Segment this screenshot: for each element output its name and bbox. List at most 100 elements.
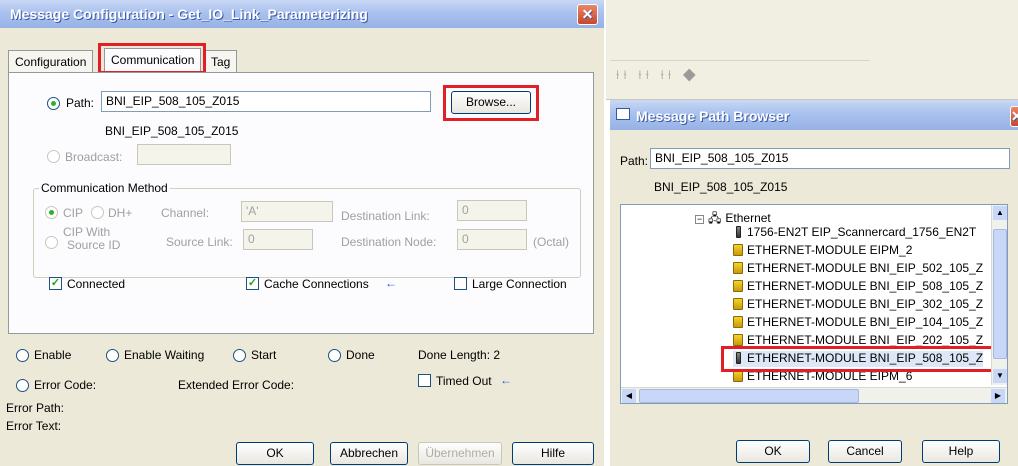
dialog-titlebar[interactable]: Message Configuration - Get_IO_Link_Para…	[0, 0, 604, 28]
cancel-button[interactable]: Abbrechen	[330, 442, 408, 465]
tree-item[interactable]: ETHERNET-MODULE BNI_EIP_502_105_Z	[733, 261, 983, 277]
timed-out-label: Timed Out	[436, 374, 492, 388]
destination-node-input[interactable]: 0	[457, 229, 527, 250]
timed-out-checkbox	[418, 374, 431, 387]
communication-method-title: Communication Method	[39, 181, 170, 195]
large-connection-label: Large Connection	[472, 277, 567, 291]
path-radio[interactable]	[47, 97, 60, 110]
arrow-left-icon: ←	[500, 373, 512, 387]
connected-checkbox[interactable]: ✓	[49, 277, 62, 290]
scroll-up-icon[interactable]: ▲	[993, 206, 1007, 220]
cip-label: CIP	[63, 206, 84, 220]
octal-label: (Octal)	[533, 235, 569, 249]
destination-link-input[interactable]: 0	[457, 200, 527, 221]
path-resolved: BNI_EIP_508_105_Z015	[105, 124, 239, 138]
horizontal-scrollbar[interactable]: ◀ ▶	[621, 387, 1007, 403]
module-warning-icon	[733, 334, 743, 346]
tab-configuration[interactable]: Configuration	[8, 50, 94, 72]
source-link-input[interactable]: 0	[243, 229, 313, 250]
dialog-title: Message Configuration - Get_IO_Link_Para…	[10, 6, 368, 22]
browser-titlebar[interactable]: Message Path Browser ✕	[610, 100, 1018, 130]
cip-radio[interactable]	[45, 206, 58, 219]
scroll-thumb[interactable]	[993, 229, 1007, 359]
help-button[interactable]: Hilfe	[512, 442, 594, 465]
scroll-left-icon[interactable]: ◀	[622, 389, 636, 403]
browser-help-button[interactable]: Help	[922, 440, 1000, 463]
module-warning-icon	[733, 298, 743, 310]
broadcast-select[interactable]	[137, 144, 231, 165]
error-path-label: Error Path:	[6, 401, 65, 415]
enable-waiting-label: Enable Waiting	[124, 348, 205, 362]
cache-connections-checkbox[interactable]: ✓	[246, 277, 259, 290]
tree-item[interactable]: ETHERNET-MODULE BNI_EIP_302_105_Z	[733, 297, 983, 313]
enable-label: Enable	[34, 348, 72, 362]
module-warning-icon	[733, 280, 743, 292]
dhplus-label: DH+	[108, 206, 133, 220]
rung-icons: ⟊⟊ ⟊⟊ ⟊⟊ ◆	[616, 67, 700, 82]
window-icon	[616, 108, 630, 120]
destination-node-label: Destination Node:	[341, 235, 437, 249]
broadcast-radio[interactable]	[47, 150, 60, 163]
collapse-icon[interactable]: −	[695, 215, 704, 224]
enable-indicator	[16, 349, 29, 362]
path-label: Path:	[66, 96, 95, 110]
hscroll-thumb[interactable]	[639, 389, 859, 403]
path-input[interactable]: BNI_EIP_508_105_Z015	[101, 91, 431, 112]
arrow-left-icon: ←	[385, 276, 397, 290]
message-configuration-dialog: Message Configuration - Get_IO_Link_Para…	[0, 0, 604, 466]
communication-panel: Path: BNI_EIP_508_105_Z015 Browse... BNI…	[8, 72, 594, 334]
done-indicator	[328, 349, 341, 362]
toolbar-icons: ⟊⟊ ⟊⟊ ⟊⟊ ◆	[610, 60, 870, 88]
module-warning-icon	[733, 262, 743, 274]
browser-path-label: Path:	[620, 154, 649, 168]
browse-highlight	[443, 85, 539, 121]
error-text-label: Error Text:	[6, 419, 62, 433]
start-label: Start	[251, 348, 277, 362]
browser-cancel-button[interactable]: Cancel	[828, 440, 902, 463]
tree-item[interactable]: ETHERNET-MODULE BNI_EIP_508_105_Z	[733, 279, 983, 295]
cip-source-id-label-1: CIP With	[63, 225, 111, 239]
close-icon[interactable]: ✕	[1010, 106, 1018, 127]
network-icon: 🖧	[708, 211, 722, 225]
connected-label: Connected	[67, 277, 126, 291]
selected-item-highlight	[721, 346, 1007, 372]
path-tree[interactable]: − 🖧 Ethernet 1756-EN2T EIP_Scannercard_175…	[620, 204, 1008, 404]
apply-button[interactable]: Übernehmen	[418, 442, 502, 465]
error-code-label: Error Code:	[34, 378, 97, 392]
scroll-down-icon[interactable]: ▼	[993, 369, 1007, 383]
cip-source-id-label-2: Source ID	[67, 238, 121, 252]
tree-item[interactable]: ETHERNET-MODULE EIPM_2	[733, 243, 912, 259]
message-path-browser: Message Path Browser ✕ Path: BNI_EIP_508…	[610, 100, 1018, 466]
module-warning-icon	[733, 244, 743, 256]
extended-error-code-label: Extended Error Code:	[178, 378, 295, 392]
module-warning-icon	[733, 316, 743, 328]
tree-item[interactable]: ETHERNET-MODULE BNI_EIP_104_105_Z	[733, 315, 983, 331]
start-indicator	[233, 349, 246, 362]
destination-link-label: Destination Link:	[341, 209, 430, 223]
source-link-label: Source Link:	[166, 235, 233, 249]
cache-connections-label: Cache Connections	[264, 277, 369, 291]
module-icon	[736, 226, 741, 238]
error-code-indicator	[16, 379, 29, 392]
scroll-right-icon[interactable]: ▶	[991, 389, 1005, 403]
done-length: Done Length: 2	[418, 348, 501, 362]
background-toolbar: ⟊⟊ ⟊⟊ ⟊⟊ ◆	[606, 0, 1018, 100]
ok-button[interactable]: OK	[236, 442, 314, 465]
cip-source-id-radio[interactable]	[45, 236, 58, 249]
broadcast-label: Broadcast:	[65, 150, 123, 164]
close-icon[interactable]: ✕	[577, 4, 598, 25]
tab-highlight	[98, 43, 206, 74]
browser-path-resolved: BNI_EIP_508_105_Z015	[654, 180, 788, 194]
vertical-scrollbar[interactable]: ▲ ▼	[991, 205, 1007, 385]
tree-item-ethernet[interactable]: − 🖧 Ethernet	[695, 209, 771, 225]
browser-path-input[interactable]: BNI_EIP_508_105_Z015	[650, 148, 1010, 169]
browser-ok-button[interactable]: OK	[736, 440, 810, 463]
tab-tag[interactable]: Tag	[204, 50, 238, 72]
channel-label: Channel:	[161, 206, 210, 220]
enable-waiting-indicator	[106, 349, 119, 362]
done-label: Done	[346, 348, 375, 362]
dhplus-radio[interactable]	[91, 206, 104, 219]
large-connection-checkbox[interactable]	[454, 277, 467, 290]
tree-item[interactable]: 1756-EN2T EIP_Scannercard_1756_EN2T	[733, 225, 976, 241]
channel-select[interactable]: 'A'	[241, 201, 333, 222]
